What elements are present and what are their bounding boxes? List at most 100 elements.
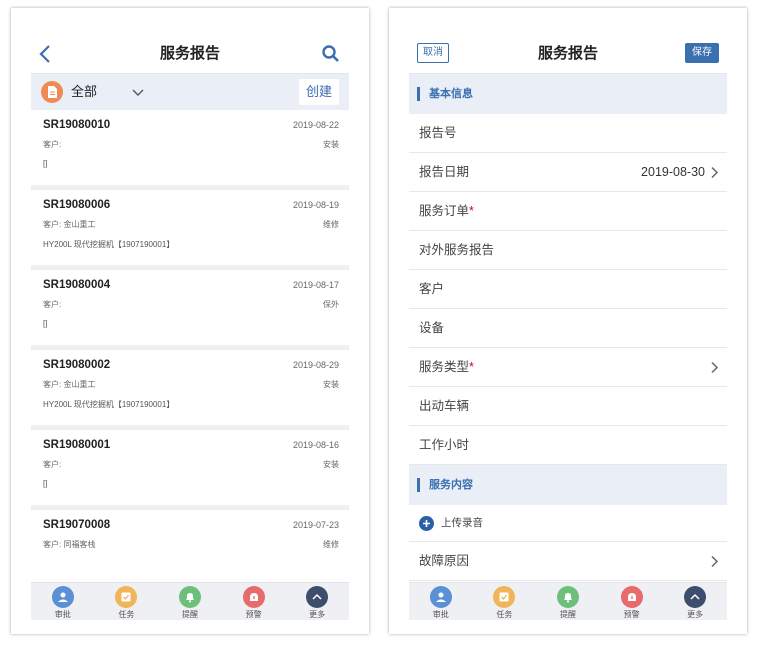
field-service-order[interactable]: 服务订单* bbox=[409, 192, 727, 231]
report-equipment: [] bbox=[43, 159, 48, 168]
list-item[interactable]: SR19080006 2019-08-19 客户: 金山重工 维修 HY200L… bbox=[31, 190, 349, 270]
field-fault-cause[interactable]: 故障原因 bbox=[409, 542, 727, 581]
upload-recording-button[interactable]: 上传录音 bbox=[409, 505, 727, 542]
list-item[interactable]: SR19080001 2019-08-16 客户: 安装 [] bbox=[31, 430, 349, 510]
list-item[interactable]: SR19080004 2019-08-17 客户: 保外 [] bbox=[31, 270, 349, 350]
field-label: 服务订单* bbox=[419, 204, 474, 218]
report-equipment: [] bbox=[43, 319, 48, 328]
tab-label: 审批 bbox=[54, 610, 71, 619]
field-value: 2019-08-30 bbox=[641, 165, 705, 179]
chevron-down-icon[interactable] bbox=[131, 85, 145, 99]
left-screenshot-card: 服务报告 全部 创建 SR19080010 2019-08-22 客户: 安装 … bbox=[11, 8, 369, 634]
create-button[interactable]: 创建 bbox=[299, 79, 339, 105]
report-date: 2019-08-19 bbox=[292, 200, 339, 210]
field-equipment[interactable]: 设备 bbox=[409, 309, 727, 348]
report-customer: 客户: bbox=[43, 140, 62, 149]
field-vehicle[interactable]: 出动车辆 bbox=[409, 387, 727, 426]
tab-reminder[interactable]: 提醒 bbox=[158, 583, 222, 620]
cancel-button[interactable]: 取消 bbox=[417, 43, 449, 63]
chevron-up-icon bbox=[306, 586, 329, 608]
report-date: 2019-08-29 bbox=[292, 360, 339, 370]
tab-approval[interactable]: 审批 bbox=[31, 583, 95, 620]
report-type: 保外 bbox=[323, 300, 339, 309]
field-label: 客户 bbox=[419, 282, 445, 296]
tab-task[interactable]: 任务 bbox=[473, 583, 537, 620]
report-customer: 客户: 金山重工 bbox=[43, 220, 96, 229]
tab-label: 任务 bbox=[496, 610, 513, 619]
tab-label: 预警 bbox=[623, 610, 640, 619]
report-type: 安装 bbox=[323, 140, 339, 149]
field-report-number[interactable]: 报告号 bbox=[409, 114, 727, 153]
tab-more[interactable]: 更多 bbox=[285, 583, 349, 620]
report-id: SR19070008 bbox=[43, 519, 111, 531]
tab-warning[interactable]: 预警 bbox=[600, 583, 664, 620]
upload-label: 上传录音 bbox=[441, 517, 483, 529]
field-work-hours[interactable]: 工作小时 bbox=[409, 426, 727, 465]
required-mark: * bbox=[469, 204, 474, 218]
bell-icon bbox=[556, 586, 579, 608]
tab-reminder[interactable]: 提醒 bbox=[536, 583, 600, 620]
report-id: SR19080004 bbox=[43, 279, 111, 291]
field-report-date[interactable]: 报告日期 2019-08-30 bbox=[409, 153, 727, 192]
tab-task[interactable]: 任务 bbox=[95, 583, 159, 620]
back-arrow-icon[interactable] bbox=[37, 44, 55, 64]
save-button[interactable]: 保存 bbox=[685, 43, 719, 63]
chevron-right-icon bbox=[709, 166, 719, 179]
form-body: 基本信息 报告号 报告日期 2019-08-30 服务订单* 对外服务报告 客户 bbox=[409, 74, 727, 582]
section-basic-info: 基本信息 bbox=[409, 74, 727, 114]
report-equipment: [] bbox=[43, 479, 48, 488]
approval-icon bbox=[51, 586, 74, 608]
chevron-right-icon bbox=[709, 555, 719, 568]
chevron-right-icon bbox=[709, 361, 719, 374]
report-type: 安装 bbox=[323, 380, 339, 389]
search-icon[interactable] bbox=[321, 44, 341, 64]
field-label: 设备 bbox=[419, 321, 445, 335]
alarm-icon bbox=[242, 586, 265, 608]
field-service-type[interactable]: 服务类型* bbox=[409, 348, 727, 387]
list-item[interactable]: SR19070008 2019-07-23 客户: 同福客栈 维修 bbox=[31, 510, 349, 582]
section-title: 服务内容 bbox=[429, 479, 473, 491]
report-list: SR19080010 2019-08-22 客户: 安装 [] SR190800… bbox=[31, 110, 349, 582]
report-id: SR19080001 bbox=[43, 439, 111, 451]
report-list-screen: 服务报告 全部 创建 SR19080010 2019-08-22 客户: 安装 … bbox=[31, 34, 349, 620]
report-equipment: HY200L 现代挖掘机【1907190001】 bbox=[43, 400, 175, 409]
field-label: 报告号 bbox=[419, 126, 457, 140]
report-customer: 客户: 同福客栈 bbox=[43, 540, 96, 549]
field-label: 工作小时 bbox=[419, 438, 470, 452]
tab-warning[interactable]: 预警 bbox=[222, 583, 286, 620]
form-header: 服务报告 取消 保存 bbox=[409, 34, 727, 74]
filter-bar: 全部 创建 bbox=[31, 74, 349, 110]
report-type: 维修 bbox=[323, 220, 339, 229]
report-id: SR19080010 bbox=[43, 119, 111, 131]
required-mark: * bbox=[469, 360, 474, 374]
page-title: 服务报告 bbox=[159, 45, 220, 62]
report-type: 维修 bbox=[323, 540, 339, 549]
tab-more[interactable]: 更多 bbox=[663, 583, 727, 620]
tab-approval[interactable]: 审批 bbox=[409, 583, 473, 620]
field-customer[interactable]: 客户 bbox=[409, 270, 727, 309]
approval-icon bbox=[429, 586, 452, 608]
bell-icon bbox=[178, 586, 201, 608]
report-id: SR19080002 bbox=[43, 359, 111, 371]
list-item[interactable]: SR19080010 2019-08-22 客户: 安装 [] bbox=[31, 110, 349, 190]
list-item[interactable]: SR19080002 2019-08-29 客户: 金山重工 安装 HY200L… bbox=[31, 350, 349, 430]
field-label: 出动车辆 bbox=[419, 399, 470, 413]
section-marker bbox=[417, 87, 420, 101]
field-label: 对外服务报告 bbox=[419, 243, 495, 257]
filter-selected-label[interactable]: 全部 bbox=[71, 74, 97, 110]
report-type: 安装 bbox=[323, 460, 339, 469]
tab-label: 审批 bbox=[432, 610, 449, 619]
chevron-up-icon bbox=[684, 586, 707, 608]
tab-label: 提醒 bbox=[181, 610, 198, 619]
page-title: 服务报告 bbox=[537, 45, 598, 62]
report-customer: 客户: 金山重工 bbox=[43, 380, 96, 389]
section-title: 基本信息 bbox=[429, 88, 473, 100]
bottom-tab-bar: 审批 任务 提醒 预警 更多 bbox=[31, 582, 349, 620]
task-icon bbox=[115, 586, 138, 608]
report-date: 2019-08-16 bbox=[292, 440, 339, 450]
report-form-screen: 服务报告 取消 保存 基本信息 报告号 报告日期 2019-08-30 服务订单… bbox=[409, 34, 727, 620]
field-external-report[interactable]: 对外服务报告 bbox=[409, 231, 727, 270]
field-label: 故障原因 bbox=[419, 554, 470, 568]
section-marker bbox=[417, 478, 420, 492]
bottom-tab-bar: 审批 任务 提醒 预警 更多 bbox=[409, 582, 727, 620]
